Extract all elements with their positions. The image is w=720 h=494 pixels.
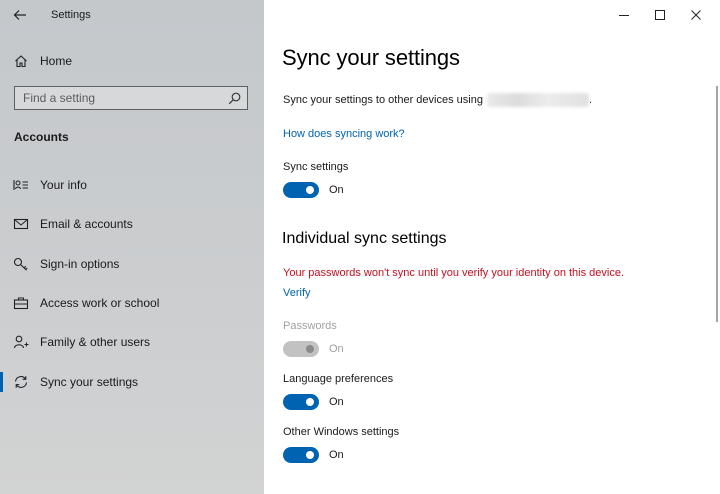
close-button[interactable] — [678, 0, 714, 30]
home-icon — [15, 55, 27, 68]
person-card-icon — [13, 180, 28, 190]
toggle-knob — [306, 398, 314, 406]
sidebar-item-label: Family & other users — [40, 335, 151, 349]
sidebar-item-label: Sync your settings — [40, 375, 139, 389]
verify-link[interactable]: Verify — [283, 287, 311, 299]
toggle-knob — [306, 345, 314, 353]
sync-description: Sync your settings to other devices usin… — [283, 93, 592, 107]
sync-settings-toggle[interactable] — [283, 182, 319, 198]
sidebar-item-sign-in-options[interactable]: Sign-in options — [0, 251, 264, 277]
passwords-state: On — [329, 343, 344, 355]
description-text: Sync your settings to other devices usin… — [283, 93, 483, 106]
content-pane: Sync your settings Sync your settings to… — [264, 0, 720, 494]
sync-icon — [14, 376, 28, 388]
individual-sync-title: Individual sync settings — [282, 230, 447, 247]
other-windows-settings-toggle[interactable] — [283, 447, 319, 463]
minimize-icon — [619, 15, 629, 16]
sidebar-item-access-work-school[interactable]: Access work or school — [0, 290, 264, 316]
search-icon[interactable] — [228, 92, 241, 105]
search-box — [14, 86, 248, 110]
language-preferences-toggle[interactable] — [283, 394, 319, 410]
other-windows-settings-state: On — [329, 449, 344, 461]
sidebar: Settings Home Accounts Your info — [0, 0, 264, 494]
section-title: Accounts — [14, 130, 69, 144]
sidebar-item-label: Email & accounts — [40, 217, 133, 231]
sidebar-item-family-other-users[interactable]: Family & other users — [0, 329, 264, 355]
maximize-button[interactable] — [642, 0, 678, 30]
scrollbar[interactable] — [716, 86, 718, 322]
toggle-knob — [306, 186, 314, 194]
redacted-account — [486, 93, 589, 107]
language-preferences-label: Language preferences — [283, 373, 394, 385]
key-icon — [13, 257, 28, 271]
app-title: Settings — [51, 9, 91, 21]
sidebar-item-email-accounts[interactable]: Email & accounts — [0, 211, 264, 237]
back-button[interactable] — [8, 4, 32, 26]
sidebar-item-label: Your info — [40, 178, 87, 192]
back-arrow-icon — [13, 10, 26, 20]
sync-settings-label: Sync settings — [283, 161, 349, 173]
how-syncing-works-link[interactable]: How does syncing work? — [283, 128, 405, 140]
passwords-label: Passwords — [283, 320, 337, 332]
passwords-toggle — [283, 341, 319, 357]
other-windows-settings-label: Other Windows settings — [283, 426, 400, 438]
sidebar-item-sync-settings[interactable]: Sync your settings — [0, 369, 264, 395]
sidebar-item-label: Access work or school — [40, 296, 160, 310]
search-input[interactable] — [15, 87, 225, 109]
maximize-icon — [655, 10, 665, 20]
password-warning: Your passwords won't sync until you veri… — [283, 267, 625, 279]
title-bar: Settings — [0, 0, 264, 30]
language-preferences-state: On — [329, 396, 344, 408]
page-title: Sync your settings — [282, 45, 460, 70]
toggle-knob — [306, 451, 314, 459]
settings-window: Settings Home Accounts Your info — [0, 0, 720, 494]
mail-icon — [13, 218, 29, 230]
description-suffix: . — [588, 93, 593, 106]
briefcase-icon — [13, 297, 29, 310]
close-icon — [691, 10, 701, 20]
selection-indicator — [0, 372, 3, 392]
sidebar-item-label: Home — [40, 54, 73, 68]
sidebar-item-your-info[interactable]: Your info — [0, 172, 264, 198]
minimize-button[interactable] — [606, 0, 642, 30]
sync-settings-state: On — [329, 184, 344, 196]
person-add-icon — [13, 335, 29, 349]
sidebar-item-label: Sign-in options — [40, 257, 120, 271]
sidebar-item-home[interactable]: Home — [0, 48, 264, 74]
